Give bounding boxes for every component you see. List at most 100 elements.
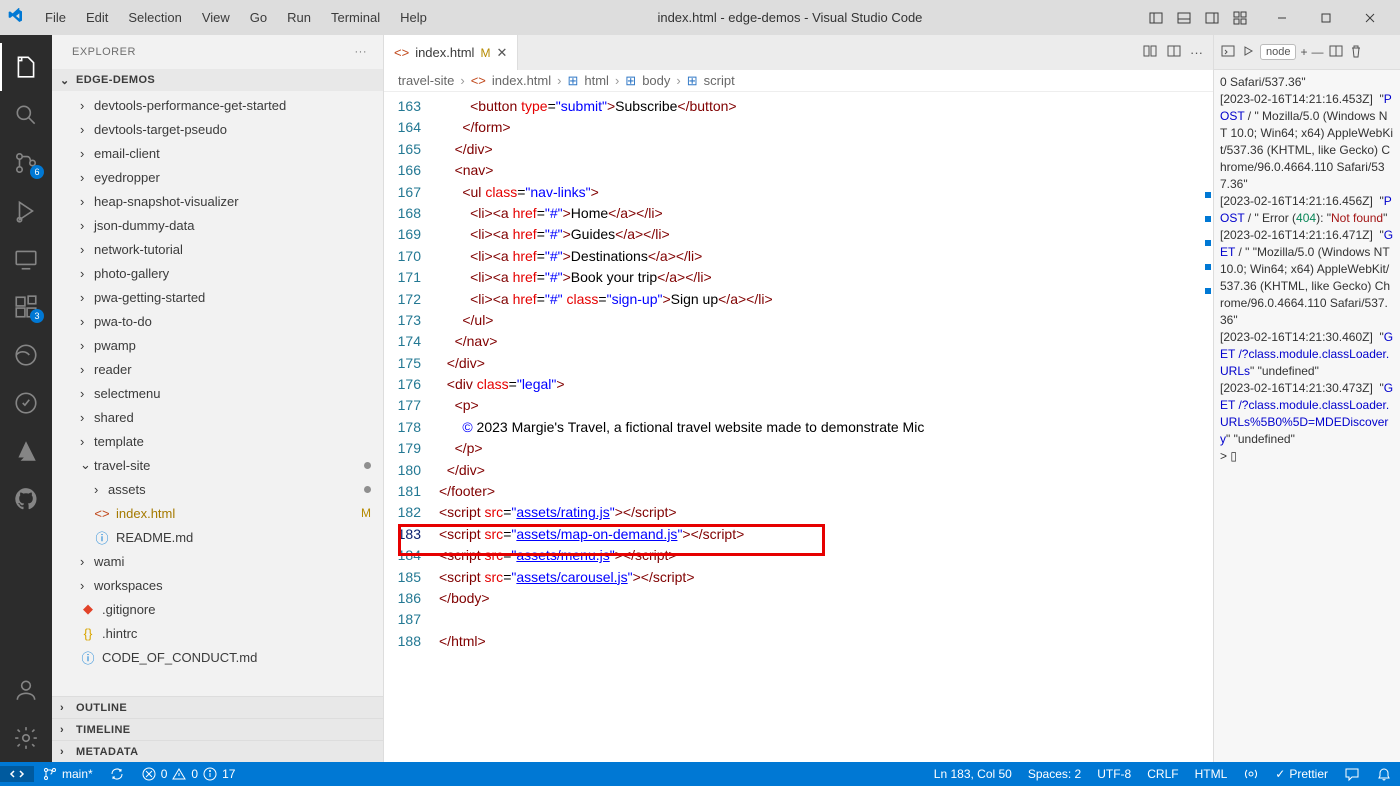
tree-item-reader[interactable]: ›reader	[52, 357, 383, 381]
tree-item-pwamp[interactable]: ›pwamp	[52, 333, 383, 357]
tree-item-CODE_OF_CONDUCT-md[interactable]: ⓘCODE_OF_CONDUCT.md	[52, 645, 383, 669]
tree-item-template[interactable]: ›template	[52, 429, 383, 453]
trash-icon[interactable]	[1348, 43, 1364, 62]
close-icon[interactable]	[1348, 0, 1392, 35]
menu-file[interactable]: File	[36, 6, 75, 29]
status-eol[interactable]: CRLF	[1139, 762, 1186, 786]
debug-output[interactable]: 0 Safari/537.36" [2023-02-16T14:21:16.45…	[1214, 70, 1400, 762]
status-position[interactable]: Ln 183, Col 50	[926, 762, 1020, 786]
compare-icon[interactable]	[1142, 43, 1158, 62]
tree-item-travel-site[interactable]: ⌄travel-site	[52, 453, 383, 477]
activity-github[interactable]	[0, 475, 52, 523]
ext-badge: 3	[30, 309, 44, 323]
status-problems[interactable]: 0 0 17	[133, 766, 244, 782]
status-lang[interactable]: HTML	[1187, 762, 1236, 786]
tab-close-icon[interactable]: ✕	[496, 45, 507, 61]
activity-scm[interactable]: 6	[0, 139, 52, 187]
tree-item-eyedropper[interactable]: ›eyedropper	[52, 165, 383, 189]
add-icon[interactable]: +	[1300, 45, 1307, 59]
scm-badge: 6	[30, 165, 44, 179]
editor-area: <> index.html M ✕ ··· travel-site› <>ind…	[384, 35, 1213, 762]
debug-console-icon[interactable]	[1220, 43, 1236, 62]
activity-settings[interactable]	[0, 714, 52, 762]
window-title: index.html - edge-demos - Visual Studio …	[436, 10, 1144, 25]
debug-run-icon[interactable]	[1240, 43, 1256, 62]
editor-tabs: <> index.html M ✕ ···	[384, 35, 1213, 70]
activity-bar: 6 3	[0, 35, 52, 762]
status-sync[interactable]	[101, 766, 133, 782]
menu-view[interactable]: View	[193, 6, 239, 29]
status-prettier[interactable]: ✓ Prettier	[1267, 762, 1336, 786]
tree-item-devtools-target-pseudo[interactable]: ›devtools-target-pseudo	[52, 117, 383, 141]
folder-root-header[interactable]: ⌄ EDGE-DEMOS	[52, 69, 383, 91]
minimize-icon[interactable]	[1260, 0, 1304, 35]
tree-item-pwa-getting-started[interactable]: ›pwa-getting-started	[52, 285, 383, 309]
debug-target[interactable]: node	[1260, 44, 1296, 60]
split-icon[interactable]	[1328, 43, 1344, 62]
layout-sidebar-right-icon[interactable]	[1200, 6, 1224, 30]
activity-extensions[interactable]: 3	[0, 283, 52, 331]
layout-sidebar-icon[interactable]	[1144, 6, 1168, 30]
chevron-down-icon: ⌄	[60, 74, 74, 87]
metadata-section[interactable]: ›METADATA	[52, 740, 383, 762]
debug-panel: node + — 0 Safari/537.36" [2023-02-16T14…	[1213, 35, 1400, 762]
maximize-icon[interactable]	[1304, 0, 1348, 35]
menu-selection[interactable]: Selection	[119, 6, 190, 29]
dash-icon[interactable]: —	[1312, 45, 1324, 59]
remote-indicator[interactable]	[0, 766, 34, 782]
layout-custom-icon[interactable]	[1228, 6, 1252, 30]
status-broadcast[interactable]	[1235, 762, 1267, 786]
menu-terminal[interactable]: Terminal	[322, 6, 389, 29]
activity-account[interactable]	[0, 666, 52, 714]
status-bar: main* 0 0 17 Ln 183, Col 50 Spaces: 2 UT…	[0, 762, 1400, 786]
activity-remote[interactable]	[0, 235, 52, 283]
explorer-title: EXPLORER	[72, 46, 136, 58]
more-icon[interactable]: ···	[355, 46, 368, 58]
timeline-section[interactable]: ›TIMELINE	[52, 718, 383, 740]
layout-panel-icon[interactable]	[1172, 6, 1196, 30]
vscode-logo	[8, 8, 28, 28]
activity-edge[interactable]	[0, 331, 52, 379]
menu-edit[interactable]: Edit	[77, 6, 117, 29]
status-branch[interactable]: main*	[34, 766, 101, 782]
menu-run[interactable]: Run	[278, 6, 320, 29]
explorer-sidebar: EXPLORER ··· ⌄ EDGE-DEMOS ›devtools-perf…	[52, 35, 384, 762]
tree-item-photo-gallery[interactable]: ›photo-gallery	[52, 261, 383, 285]
split-icon[interactable]	[1166, 43, 1182, 62]
tree-item-README-md[interactable]: ⓘREADME.md	[52, 525, 383, 549]
status-encoding[interactable]: UTF-8	[1089, 762, 1139, 786]
activity-run[interactable]	[0, 187, 52, 235]
menu-help[interactable]: Help	[391, 6, 436, 29]
more-icon[interactable]: ···	[1190, 45, 1203, 60]
status-bell[interactable]	[1368, 762, 1400, 786]
activity-search[interactable]	[0, 91, 52, 139]
breadcrumb[interactable]: travel-site› <>index.html› ⊞html› ⊞body›…	[384, 70, 1213, 92]
minimap[interactable]	[1205, 192, 1211, 294]
menu-go[interactable]: Go	[241, 6, 276, 29]
tree-item-network-tutorial[interactable]: ›network-tutorial	[52, 237, 383, 261]
tree-item-assets[interactable]: ›assets	[52, 477, 383, 501]
activity-azure[interactable]	[0, 427, 52, 475]
tree-item-index-html[interactable]: <>index.htmlM	[52, 501, 383, 525]
outline-section[interactable]: ›OUTLINE	[52, 696, 383, 718]
code-editor[interactable]: 1631641651661671681691701711721731741751…	[384, 92, 1213, 762]
tree-item-pwa-to-do[interactable]: ›pwa-to-do	[52, 309, 383, 333]
tree-item--hintrc[interactable]: {}.hintrc	[52, 621, 383, 645]
file-tree: ›devtools-performance-get-started›devtoo…	[52, 91, 383, 696]
tree-item-email-client[interactable]: ›email-client	[52, 141, 383, 165]
activity-explorer[interactable]	[0, 43, 52, 91]
html-icon: <>	[394, 45, 409, 60]
tab-indexhtml[interactable]: <> index.html M ✕	[384, 35, 518, 70]
tree-item-json-dummy-data[interactable]: ›json-dummy-data	[52, 213, 383, 237]
tree-item-wami[interactable]: ›wami	[52, 549, 383, 573]
status-spaces[interactable]: Spaces: 2	[1020, 762, 1089, 786]
menu-bar: File Edit Selection View Go Run Terminal…	[36, 6, 436, 29]
tree-item-shared[interactable]: ›shared	[52, 405, 383, 429]
tree-item-selectmenu[interactable]: ›selectmenu	[52, 381, 383, 405]
tree-item--gitignore[interactable]: ◆.gitignore	[52, 597, 383, 621]
tree-item-workspaces[interactable]: ›workspaces	[52, 573, 383, 597]
tree-item-devtools-performance-get-started[interactable]: ›devtools-performance-get-started	[52, 93, 383, 117]
tree-item-heap-snapshot-visualizer[interactable]: ›heap-snapshot-visualizer	[52, 189, 383, 213]
status-feedback[interactable]	[1336, 762, 1368, 786]
activity-test[interactable]	[0, 379, 52, 427]
